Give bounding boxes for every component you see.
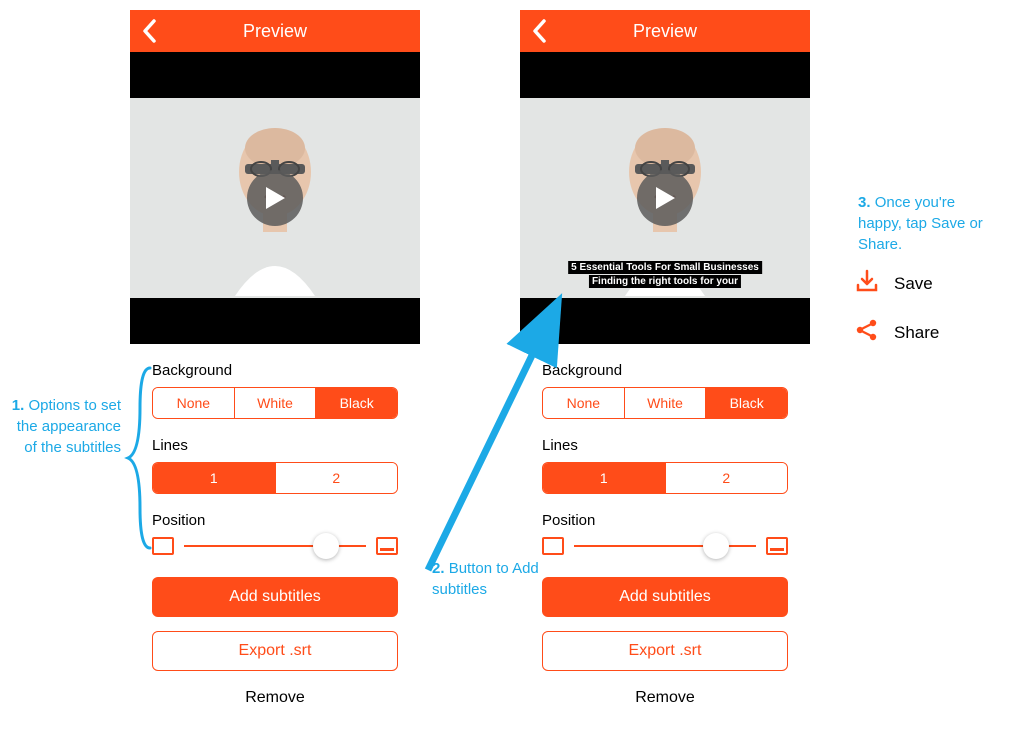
remove-button[interactable]: Remove: [542, 689, 788, 707]
share-label: Share: [894, 323, 939, 343]
export-srt-button[interactable]: Export .srt: [542, 631, 788, 671]
lines-segmented: 1 2: [152, 462, 398, 494]
segment-white[interactable]: White: [234, 388, 316, 418]
background-segmented: None White Black: [152, 387, 398, 419]
navbar: Preview: [130, 10, 420, 52]
segment-white[interactable]: White: [624, 388, 706, 418]
annotation-3: 3. Once you're happy, tap Save or Share.: [858, 192, 988, 255]
lines-label: Lines: [152, 437, 398, 454]
navbar-title: Preview: [633, 21, 697, 42]
share-icon: [854, 317, 880, 348]
subtitle-line-2: Finding the right tools for your: [589, 275, 741, 288]
back-icon[interactable]: [140, 18, 158, 49]
annotation-2: 2. Button to Add subtitles: [432, 558, 542, 600]
brace-icon: [120, 363, 160, 553]
save-button[interactable]: Save: [854, 268, 939, 299]
position-bottom-icon: [376, 537, 398, 555]
segment-black[interactable]: Black: [315, 388, 397, 418]
back-icon[interactable]: [530, 18, 548, 49]
segment-black[interactable]: Black: [705, 388, 787, 418]
export-srt-button[interactable]: Export .srt: [152, 631, 398, 671]
navbar: Preview: [520, 10, 810, 52]
segment-none[interactable]: None: [153, 388, 234, 418]
save-label: Save: [894, 274, 933, 294]
subtitle-line-1: 5 Essential Tools For Small Businesses: [568, 261, 762, 274]
save-icon: [854, 268, 880, 299]
navbar-title: Preview: [243, 21, 307, 42]
video-preview[interactable]: [130, 52, 420, 344]
background-label: Background: [152, 362, 398, 379]
phone-screenshot-left: Preview: [130, 10, 420, 707]
add-subtitles-button[interactable]: Add subtitles: [152, 577, 398, 617]
annotation-1: 1. Options to set the appearance of the …: [6, 395, 121, 458]
position-label: Position: [152, 512, 398, 529]
play-icon[interactable]: [247, 170, 303, 226]
subtitle-controls: Background None White Black Lines 1 2 Po…: [130, 344, 420, 707]
arrow-icon: [418, 290, 618, 590]
position-bottom-icon: [766, 537, 788, 555]
position-slider[interactable]: [152, 537, 398, 555]
action-list: Save Share: [854, 268, 939, 366]
play-icon[interactable]: [637, 170, 693, 226]
segment-lines-1[interactable]: 1: [153, 463, 275, 493]
share-button[interactable]: Share: [854, 317, 939, 348]
remove-button[interactable]: Remove: [152, 689, 398, 707]
segment-lines-2[interactable]: 2: [275, 463, 398, 493]
segment-lines-2[interactable]: 2: [665, 463, 788, 493]
